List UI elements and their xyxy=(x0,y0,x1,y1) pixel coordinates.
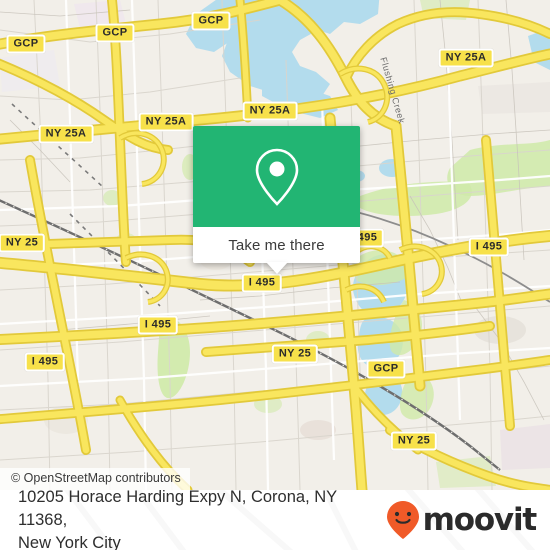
moovit-pin-icon xyxy=(386,501,419,539)
highway-shield: GCP xyxy=(366,359,406,379)
popup-pointer-arrow xyxy=(265,262,288,274)
highway-shield: GCP xyxy=(191,11,231,31)
highway-shield: I 495 xyxy=(24,352,66,372)
address-line-2: New York City xyxy=(18,533,121,550)
address-text: 10205 Horace Harding Expy N, Corona, NY … xyxy=(18,490,386,550)
highway-shield: I 495 xyxy=(468,237,510,257)
highway-shield: NY 25A xyxy=(138,112,194,132)
location-pin-icon xyxy=(255,148,298,206)
highway-shield: NY 25A xyxy=(242,101,298,121)
osm-attribution[interactable]: © OpenStreetMap contributors xyxy=(0,468,190,490)
highway-shield: NY 25A xyxy=(38,124,94,144)
moovit-wordmark: moovit xyxy=(422,501,538,538)
popup-image-placeholder xyxy=(193,126,360,227)
highway-shield: I 495 xyxy=(137,315,179,335)
take-me-there-button[interactable]: Take me there xyxy=(193,227,360,274)
footer-bar: 10205 Horace Harding Expy N, Corona, NY … xyxy=(0,490,550,550)
moovit-logo[interactable]: moovit xyxy=(386,500,538,540)
highway-shield: GCP xyxy=(6,34,46,54)
map-screenshot: GCP GCP GCP NY 25A NY 25A NY 25A NY 25A NY 25 I … xyxy=(0,0,550,550)
highway-shield: I 495 xyxy=(241,273,283,293)
map-canvas[interactable]: GCP GCP GCP NY 25A NY 25A NY 25A NY 25A NY 25 I … xyxy=(0,0,550,490)
highway-shield: GCP xyxy=(95,23,135,43)
highway-shield: NY 25 xyxy=(0,233,46,253)
address-line-1: 10205 Horace Harding Expy N, Corona, NY … xyxy=(18,490,337,529)
take-me-there-label: Take me there xyxy=(228,236,325,254)
location-popup-card[interactable]: Take me there xyxy=(193,126,360,274)
highway-shield: NY 25A xyxy=(438,48,494,68)
highway-shield: NY 25 xyxy=(390,431,438,451)
highway-shield: NY 25 xyxy=(271,344,319,364)
